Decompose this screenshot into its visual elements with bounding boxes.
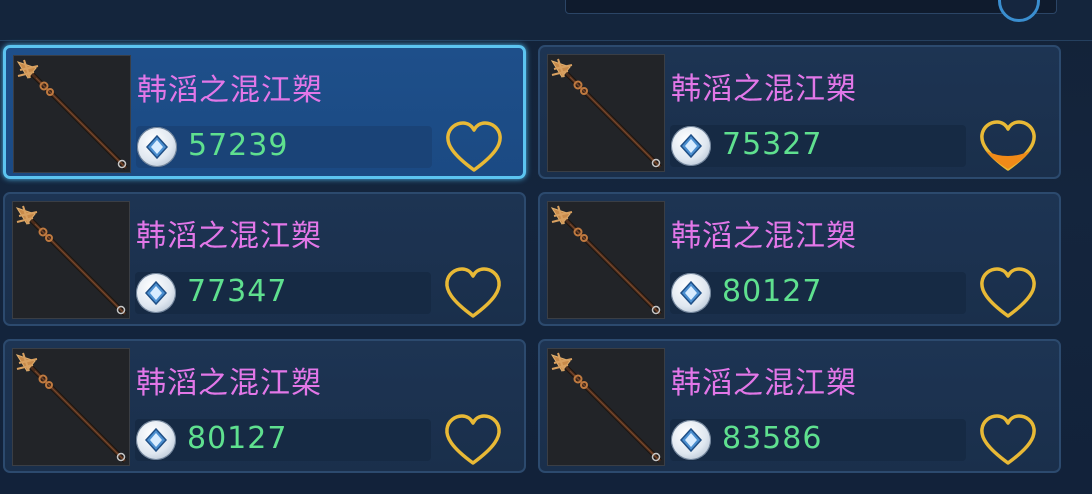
favorite-heart-icon[interactable]	[978, 119, 1038, 175]
price-bar: 80127	[135, 419, 431, 461]
item-thumbnail	[12, 201, 130, 319]
item-name: 韩滔之混江槊	[137, 73, 323, 108]
item-name: 韩滔之混江槊	[671, 72, 857, 107]
favorite-heart-icon[interactable]	[443, 413, 503, 469]
item-name: 韩滔之混江槊	[671, 366, 857, 401]
favorite-heart-icon[interactable]	[978, 266, 1038, 322]
price-bar: 77347	[135, 272, 431, 314]
item-card[interactable]: 韩滔之混江槊 57239	[3, 45, 526, 179]
silver-coin-icon	[671, 126, 711, 166]
price-bar: 57239	[136, 126, 432, 168]
favorite-heart-icon[interactable]	[444, 120, 504, 176]
item-thumbnail	[547, 201, 665, 319]
item-price: 75327	[722, 127, 823, 162]
item-thumbnail	[12, 348, 130, 466]
silver-coin-icon	[136, 420, 176, 460]
item-card[interactable]: 韩滔之混江槊 77347	[3, 192, 526, 326]
top-bar	[0, 0, 1092, 41]
price-bar: 80127	[670, 272, 966, 314]
item-price: 83586	[722, 421, 823, 456]
search-button[interactable]	[998, 0, 1040, 22]
silver-coin-icon	[671, 273, 711, 313]
item-card[interactable]: 韩滔之混江槊 83586	[538, 339, 1061, 473]
item-thumbnail	[547, 54, 665, 172]
item-card[interactable]: 韩滔之混江槊 80127	[538, 192, 1061, 326]
search-input[interactable]	[565, 0, 1057, 14]
favorite-heart-icon[interactable]	[443, 266, 503, 322]
favorite-heart-icon[interactable]	[978, 413, 1038, 469]
item-price: 80127	[722, 274, 823, 309]
item-name: 韩滔之混江槊	[136, 366, 322, 401]
item-price: 57239	[188, 128, 289, 163]
item-card[interactable]: 韩滔之混江槊 80127	[3, 339, 526, 473]
item-price: 77347	[187, 274, 288, 309]
silver-coin-icon	[136, 273, 176, 313]
silver-coin-icon	[671, 420, 711, 460]
item-card[interactable]: 韩滔之混江槊 75327	[538, 45, 1061, 179]
item-thumbnail	[13, 55, 131, 173]
silver-coin-icon	[137, 127, 177, 167]
item-name: 韩滔之混江槊	[136, 219, 322, 254]
item-name: 韩滔之混江槊	[671, 219, 857, 254]
price-bar: 75327	[670, 125, 966, 167]
price-bar: 83586	[670, 419, 966, 461]
item-price: 80127	[187, 421, 288, 456]
item-thumbnail	[547, 348, 665, 466]
